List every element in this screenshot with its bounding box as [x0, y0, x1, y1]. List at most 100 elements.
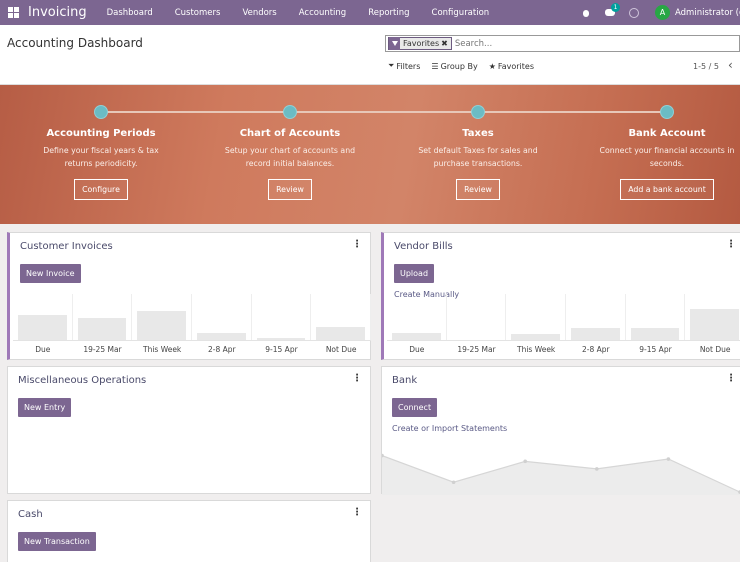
menu-reporting[interactable]: Reporting: [368, 8, 409, 18]
x-tick-label: 9-15 Apr: [639, 345, 672, 354]
chart-column: [506, 294, 566, 340]
app-name[interactable]: Invoicing: [28, 5, 87, 20]
top-navbar: Invoicing Dashboard Customers Vendors Ac…: [0, 0, 740, 25]
vendor-bills-card: Vendor Bills ⋮ Upload Create Manually Du…: [381, 232, 740, 360]
data-point[interactable]: [595, 467, 599, 471]
card-title[interactable]: Cash: [18, 509, 43, 520]
chart-bar[interactable]: [18, 315, 67, 340]
data-point[interactable]: [666, 457, 671, 461]
card-title[interactable]: Customer Invoices: [20, 241, 113, 252]
favorites-label: Favorites: [497, 61, 534, 71]
onboarding-banner: Accounting Periods Define your fiscal ye…: [0, 85, 740, 224]
star-icon: ★: [488, 61, 496, 71]
connect-button[interactable]: Connect: [392, 398, 438, 417]
data-point[interactable]: [451, 480, 456, 485]
apps-menu-icon[interactable]: [8, 7, 19, 18]
card-title[interactable]: Bank: [392, 375, 417, 386]
step-title: Bank Account: [628, 128, 706, 139]
x-tick-label: 19-25 Mar: [83, 345, 122, 354]
step-taxes: Taxes Set default Taxes for sales and pu…: [398, 85, 558, 200]
list-icon: ☰: [431, 61, 439, 71]
chart-bar[interactable]: [77, 318, 127, 340]
debug-bug-icon[interactable]: [581, 8, 591, 18]
filter-funnel-icon: [389, 37, 400, 50]
search-input[interactable]: [454, 38, 735, 49]
chart-column: [685, 294, 740, 340]
x-tick-label: 2-8 Apr: [208, 345, 236, 354]
facet-remove-icon[interactable]: ✖: [441, 39, 451, 48]
add-bank-account-button[interactable]: Add a bank account: [620, 179, 714, 200]
step-description: Connect your financial accounts in secon…: [599, 146, 735, 168]
bank-area-chart: [382, 453, 740, 495]
new-entry-button[interactable]: New Entry: [18, 398, 72, 417]
x-tick-label: Due: [35, 345, 51, 354]
review-taxes-button[interactable]: Review: [456, 179, 500, 200]
create-import-statements-link[interactable]: Create or Import Statements: [392, 424, 507, 433]
chart-bar[interactable]: [630, 328, 680, 340]
step-chart-of-accounts: Chart of Accounts Setup your chart of ac…: [210, 85, 370, 200]
step-title: Accounting Periods: [46, 128, 156, 139]
upload-button[interactable]: Upload: [394, 264, 435, 283]
bars-area: [13, 294, 371, 341]
step-title: Chart of Accounts: [239, 128, 341, 139]
chart-column: [192, 294, 252, 340]
chat-icon[interactable]: 1: [605, 3, 620, 17]
chart-bar[interactable]: [511, 334, 560, 340]
x-tick-label: 19-25 Mar: [457, 345, 496, 354]
chart-bar[interactable]: [137, 311, 186, 340]
card-title[interactable]: Vendor Bills: [394, 241, 453, 252]
chart-column: [13, 294, 73, 340]
chart-bar[interactable]: [316, 327, 365, 340]
menu-configuration[interactable]: Configuration: [432, 8, 490, 18]
kebab-menu-icon[interactable]: ⋮: [352, 373, 362, 384]
funnel-icon: ⏷: [388, 61, 395, 70]
chart-column: [566, 294, 626, 340]
filters-label: Filters: [396, 61, 421, 71]
kebab-menu-icon[interactable]: ⋮: [352, 507, 362, 518]
chart-bar[interactable]: [256, 338, 306, 340]
pager-previous-icon[interactable]: ‹: [728, 58, 733, 72]
configure-button[interactable]: Configure: [74, 179, 128, 200]
chart-bar[interactable]: [690, 309, 739, 340]
menu-customers[interactable]: Customers: [175, 8, 221, 18]
chart-column: [311, 294, 371, 340]
search-box[interactable]: Favorites ✖: [385, 35, 740, 52]
chart-bar[interactable]: [571, 328, 620, 340]
kebab-menu-icon[interactable]: ⋮: [726, 239, 736, 250]
step-bank-account: Bank Account Connect your financial acco…: [587, 85, 740, 200]
chart-column: [387, 294, 447, 340]
page-title: Accounting Dashboard: [7, 36, 143, 50]
review-chart-button[interactable]: Review: [268, 179, 312, 200]
activity-clock-icon[interactable]: [629, 7, 639, 18]
data-point[interactable]: [523, 459, 527, 464]
menu-vendors[interactable]: Vendors: [242, 8, 276, 18]
x-tick-label: 9-15 Apr: [265, 345, 298, 354]
favorites-button[interactable]: ★ Favorites: [489, 61, 534, 71]
chart-bar[interactable]: [197, 333, 246, 340]
chat-count-badge: 1: [611, 3, 620, 12]
customer-invoices-card: Customer Invoices ⋮ New Invoice Due 19-25…: [7, 232, 371, 360]
x-tick-label: This Week: [143, 345, 182, 354]
x-tick-label: Not Due: [325, 345, 357, 354]
search-facet-favorites: Favorites ✖: [388, 37, 452, 50]
filters-button[interactable]: ⏷ Filters: [388, 61, 420, 71]
chart-column: [626, 294, 686, 340]
chart-bar[interactable]: [392, 333, 441, 340]
new-invoice-button[interactable]: New Invoice: [20, 264, 81, 283]
misc-operations-card: Miscellaneous Operations ⋮ New Entry: [7, 366, 371, 494]
step-description: Define your fiscal years & tax returns p…: [43, 146, 159, 168]
menu-dashboard[interactable]: Dashboard: [107, 8, 153, 18]
x-tick-label: Not Due: [699, 345, 731, 354]
user-menu[interactable]: Administrator (co: [675, 8, 740, 18]
pager-value[interactable]: 1-5 / 5: [693, 62, 719, 71]
kebab-menu-icon[interactable]: ⋮: [352, 239, 362, 250]
step-accounting-periods: Accounting Periods Define your fiscal ye…: [21, 85, 181, 200]
group-by-button[interactable]: ☰ Group By: [431, 61, 477, 71]
user-avatar[interactable]: A: [655, 5, 670, 20]
menu-accounting[interactable]: Accounting: [299, 8, 346, 18]
card-title[interactable]: Miscellaneous Operations: [18, 375, 146, 386]
x-tick-label: 2-8 Apr: [582, 345, 610, 354]
kebab-menu-icon[interactable]: ⋮: [726, 373, 736, 384]
new-transaction-button[interactable]: New Transaction: [18, 532, 96, 551]
cash-card: Cash ⋮ New Transaction: [7, 500, 371, 562]
